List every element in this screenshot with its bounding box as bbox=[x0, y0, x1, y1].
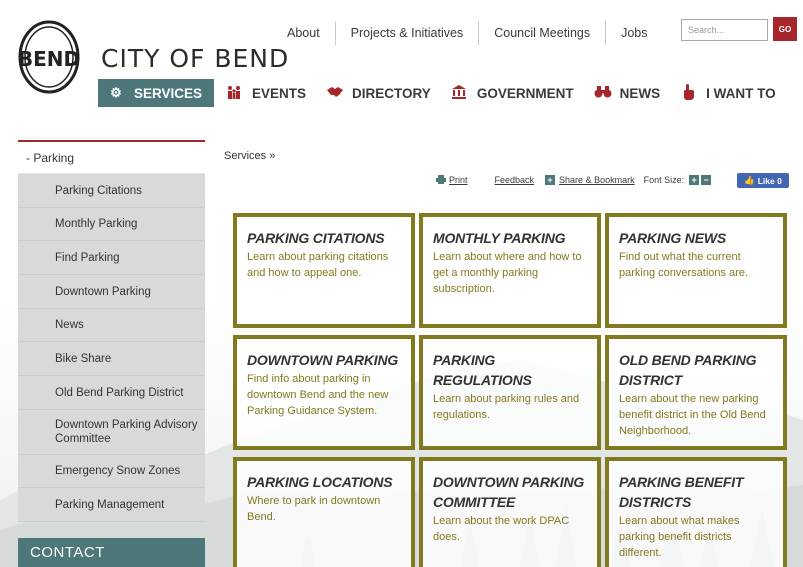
card-description: Find out what the current parking conver… bbox=[619, 251, 749, 279]
card-description: Learn about the work DPAC does. bbox=[433, 515, 570, 543]
main-nav-directory[interactable]: DIRECTORY bbox=[326, 79, 431, 107]
sidebar-item-news[interactable]: News bbox=[18, 309, 205, 342]
sidebar-item-parking-management[interactable]: Parking Management bbox=[18, 488, 205, 522]
card-parking-citations[interactable]: PARKING CITATIONS Learn about parking ci… bbox=[233, 213, 415, 328]
main-nav-label: GOVERNMENT bbox=[476, 85, 574, 101]
site-title[interactable]: CITY OF BEND bbox=[101, 44, 289, 73]
main-nav-government[interactable]: GOVERNMENT bbox=[451, 79, 574, 107]
sidebar: - Parking Parking Citations Monthly Park… bbox=[18, 142, 205, 522]
like-count: Like 0 bbox=[757, 175, 782, 186]
top-nav: About Projects & Initiatives Council Mee… bbox=[272, 21, 663, 45]
pointer-icon bbox=[680, 83, 696, 103]
nav-link-projects[interactable]: Projects & Initiatives bbox=[336, 26, 479, 40]
card-title: DOWNTOWN PARKING bbox=[247, 352, 399, 368]
card-description: Learn about the new parking benefit dist… bbox=[619, 393, 766, 437]
sidebar-item-parking-citations[interactable]: Parking Citations bbox=[18, 174, 205, 208]
main-nav-label: SERVICES bbox=[134, 85, 203, 101]
card-downtown-parking[interactable]: DOWNTOWN PARKING Find info about parking… bbox=[233, 335, 415, 450]
main-nav-label: I WANT TO bbox=[706, 85, 776, 101]
card-parking-news[interactable]: PARKING NEWS Find out what the current p… bbox=[605, 213, 787, 328]
card-title: PARKING LOCATIONS bbox=[247, 474, 393, 490]
card-old-bend-parking-district[interactable]: OLD BEND PARKING DISTRICT Learn about th… bbox=[605, 335, 787, 450]
main-nav-events[interactable]: EVENTS bbox=[226, 79, 306, 107]
city-seal-logo[interactable]: BEND bbox=[18, 20, 80, 94]
capitol-icon bbox=[451, 84, 467, 102]
card-title: OLD BEND PARKING DISTRICT bbox=[619, 352, 757, 388]
page-tools: Print Feedback + Share & Bookmark Font S… bbox=[436, 172, 715, 188]
card-downtown-parking-committee[interactable]: DOWNTOWN PARKING COMMITTEE Learn about t… bbox=[419, 457, 601, 567]
main-nav-i-want-to[interactable]: I WANT TO bbox=[680, 79, 776, 107]
main-nav-label: NEWS bbox=[619, 85, 661, 101]
card-title: PARKING CITATIONS bbox=[247, 230, 385, 246]
card-title: PARKING REGULATIONS bbox=[433, 352, 532, 388]
font-increase-button[interactable]: + bbox=[689, 175, 700, 185]
people-icon bbox=[226, 85, 242, 102]
card-description: Learn about what makes parking benefit d… bbox=[619, 515, 740, 559]
sidebar-item-find-parking[interactable]: Find Parking bbox=[18, 241, 205, 275]
share-bookmark-link[interactable]: Share & Bookmark bbox=[559, 175, 635, 185]
sidebar-subnav: Parking Citations Monthly Parking Find P… bbox=[18, 174, 205, 522]
sidebar-item-emergency-snow-zones[interactable]: Emergency Snow Zones bbox=[18, 455, 205, 488]
font-decrease-button[interactable]: − bbox=[701, 175, 712, 185]
sidebar-item-downtown-parking[interactable]: Downtown Parking bbox=[18, 275, 205, 309]
card-title: PARKING NEWS bbox=[619, 230, 727, 246]
card-description: Learn about where and how to get a month… bbox=[433, 251, 582, 295]
card-title: DOWNTOWN PARKING COMMITTEE bbox=[433, 474, 585, 510]
main-nav-news[interactable]: NEWS bbox=[594, 79, 661, 107]
printer-icon bbox=[436, 174, 446, 186]
sidebar-section-parking[interactable]: - Parking bbox=[18, 142, 205, 174]
feedback-link[interactable]: Feedback bbox=[495, 175, 535, 185]
plus-icon: + bbox=[545, 175, 556, 185]
card-parking-regulations[interactable]: PARKING REGULATIONS Learn about parking … bbox=[419, 335, 601, 450]
search-go-button[interactable]: GO bbox=[773, 17, 797, 41]
facebook-like-button[interactable]: 👍 Like 0 bbox=[737, 173, 789, 188]
gears-icon: ⚙ bbox=[110, 85, 122, 100]
nav-link-jobs[interactable]: Jobs bbox=[606, 26, 662, 40]
handshake-icon bbox=[326, 86, 344, 101]
main-nav-services[interactable]: ⚙ SERVICES bbox=[98, 79, 215, 107]
sidebar-item-downtown-parking-advisory-committee[interactable]: Downtown Parking Advisory Committee bbox=[18, 410, 205, 455]
thumbs-up-icon: 👍 bbox=[744, 175, 755, 185]
nav-link-about[interactable]: About bbox=[272, 26, 335, 40]
main-nav-label: DIRECTORY bbox=[352, 85, 431, 101]
logo-text: BEND bbox=[18, 47, 80, 71]
binoculars-icon bbox=[594, 85, 612, 101]
card-monthly-parking[interactable]: MONTHLY PARKING Learn about where and ho… bbox=[419, 213, 601, 328]
card-parking-locations[interactable]: PARKING LOCATIONS Where to park in downt… bbox=[233, 457, 415, 567]
contact-heading: CONTACT bbox=[18, 538, 205, 567]
search-input[interactable]: Search... bbox=[681, 19, 768, 41]
breadcrumb[interactable]: Services » bbox=[224, 150, 275, 162]
card-description: Where to park in downtown Bend. bbox=[247, 495, 381, 523]
sidebar-item-old-bend-parking-district[interactable]: Old Bend Parking District bbox=[18, 376, 205, 410]
sidebar-item-bike-share[interactable]: Bike Share bbox=[18, 342, 205, 376]
print-link[interactable]: Print bbox=[449, 175, 468, 185]
card-title: MONTHLY PARKING bbox=[433, 230, 566, 246]
sidebar-item-monthly-parking[interactable]: Monthly Parking bbox=[18, 208, 205, 241]
card-title: PARKING BENEFIT DISTRICTS bbox=[619, 474, 744, 510]
nav-link-council-meetings[interactable]: Council Meetings bbox=[479, 26, 605, 40]
font-size-label: Font Size: bbox=[643, 175, 685, 185]
card-parking-benefit-districts[interactable]: PARKING BENEFIT DISTRICTS Learn about wh… bbox=[605, 457, 787, 567]
card-description: Learn about parking citations and how to… bbox=[247, 251, 389, 279]
card-description: Learn about parking rules and regulation… bbox=[433, 393, 580, 421]
card-description: Find info about parking in downtown Bend… bbox=[247, 373, 389, 417]
main-nav-label: EVENTS bbox=[252, 85, 307, 101]
main-nav: ⚙ SERVICES EVENTS DIRECTORY GOVERNMENT N… bbox=[98, 79, 796, 107]
